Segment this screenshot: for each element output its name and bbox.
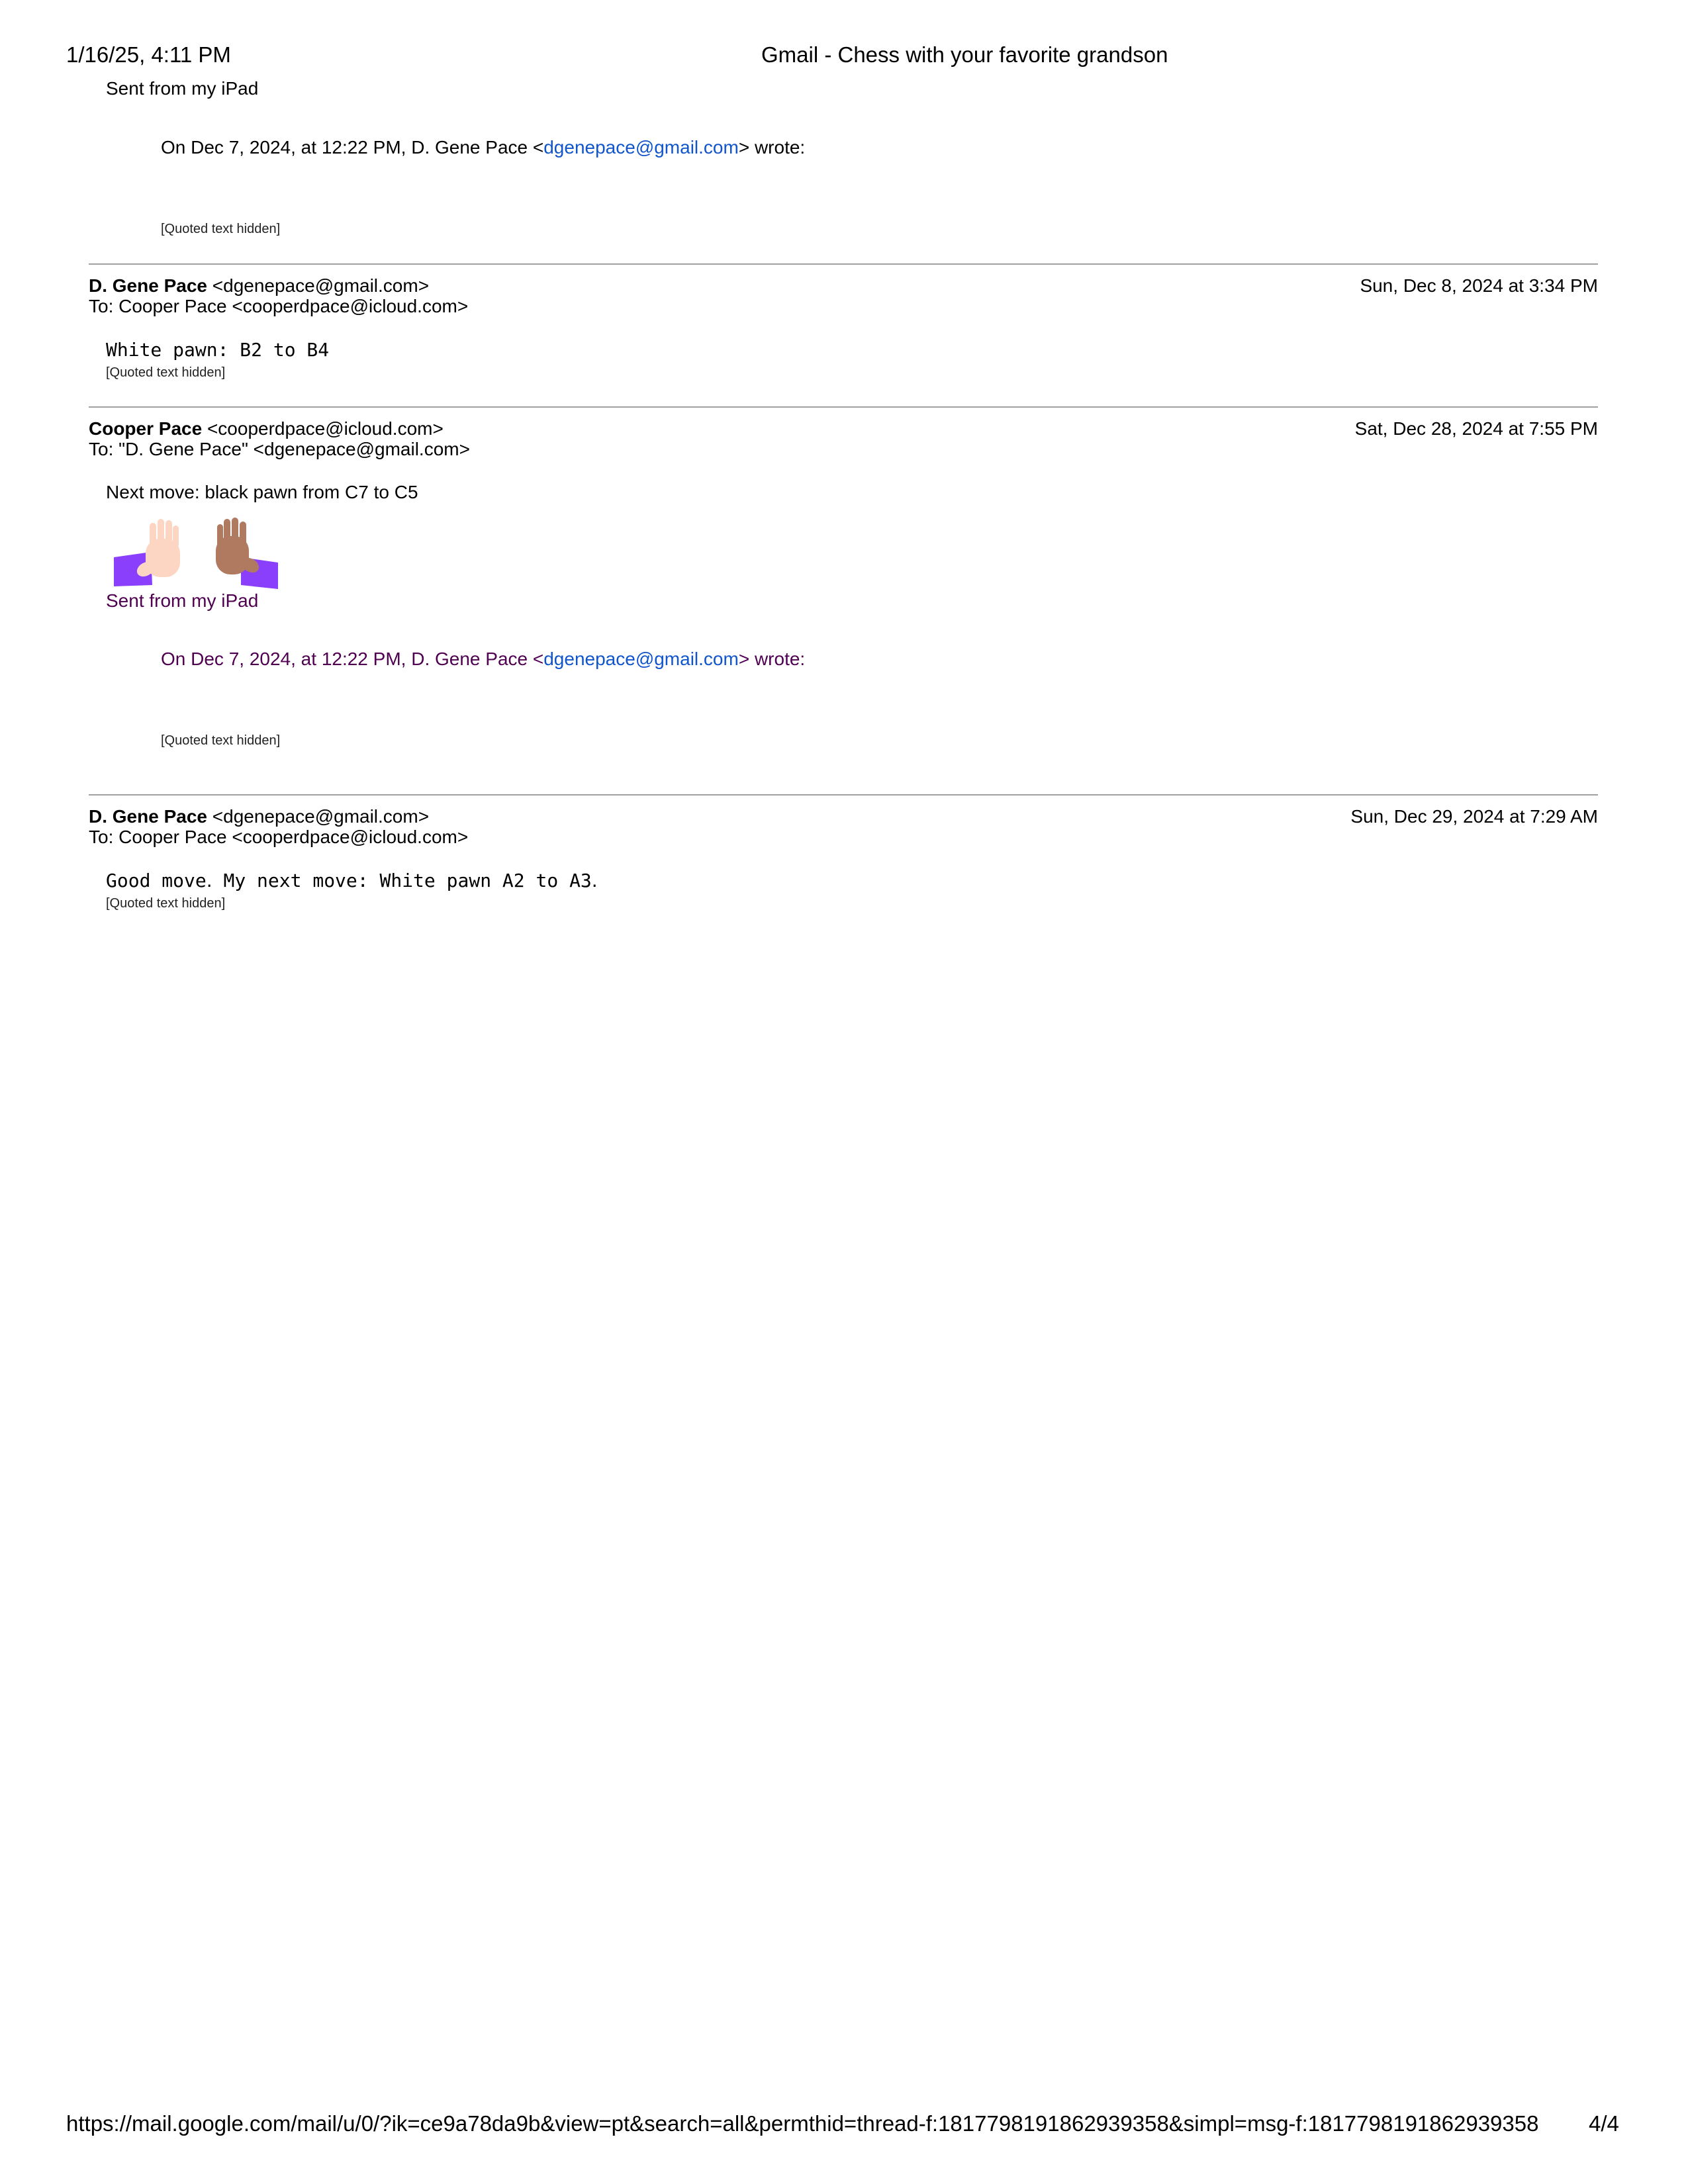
sender-name: Cooper Pace	[89, 418, 203, 439]
body-dot: .	[206, 870, 212, 891]
body-middle: My next move: White pawn A2 to A3	[212, 870, 592, 891]
quoted-text-hidden[interactable]: [Quoted text hidden]	[106, 365, 225, 381]
print-date: 1/16/25, 4:11 PM	[66, 42, 231, 67]
message-sender: Cooper Pace <cooperdpace@icloud.com>	[89, 418, 444, 439]
sender-name: D. Gene Pace	[89, 275, 207, 296]
left-hand	[136, 519, 180, 577]
message-date: Sun, Dec 29, 2024 at 7:29 AM	[1350, 806, 1598, 827]
quote-suffix: > wrote:	[738, 649, 806, 669]
page-title: Gmail - Chess with your favorite grandso…	[761, 42, 1168, 67]
sender-email: <dgenepace@gmail.com>	[212, 806, 430, 827]
message-date: Sun, Dec 8, 2024 at 3:34 PM	[1360, 275, 1598, 296]
message-divider	[89, 794, 1598, 796]
page-url: https://mail.google.com/mail/u/0/?ik=ce9…	[66, 2111, 1539, 2136]
quote-prefix: On Dec 7, 2024, at 12:22 PM, D. Gene Pac…	[161, 649, 544, 669]
quoted-text-hidden[interactable]: [Quoted text hidden]	[161, 222, 280, 237]
sender-email: <cooperdpace@icloud.com>	[207, 418, 444, 439]
message-divider	[89, 263, 1598, 265]
message-recipients: To: "D. Gene Pace" <dgenepace@gmail.com>	[89, 439, 470, 459]
high-five-emoji	[114, 518, 278, 589]
quote-attribution: On Dec 7, 2024, at 12:22 PM, D. Gene Pac…	[161, 649, 805, 670]
quote-attribution: On Dec 7, 2024, at 12:22 PM, D. Gene Pac…	[161, 137, 805, 158]
body-dot: .	[591, 870, 598, 891]
message-body: White pawn: B2 to B4	[106, 339, 330, 361]
sent-from-ipad: Sent from my iPad	[106, 78, 259, 99]
quote-email-link[interactable]: dgenepace@gmail.com	[543, 649, 739, 669]
message-body: Next move: black pawn from C7 to C5	[106, 482, 418, 502]
right-hand	[216, 518, 259, 574]
message-divider	[89, 406, 1598, 408]
quoted-text-hidden[interactable]: [Quoted text hidden]	[106, 896, 225, 911]
page-number: 4/4	[1589, 2111, 1619, 2136]
message-date: Sat, Dec 28, 2024 at 7:55 PM	[1354, 418, 1598, 439]
message-recipients: To: Cooper Pace <cooperdpace@icloud.com>	[89, 296, 469, 316]
quote-prefix: On Dec 7, 2024, at 12:22 PM, D. Gene Pac…	[161, 137, 544, 158]
message-sender: D. Gene Pace <dgenepace@gmail.com>	[89, 806, 429, 827]
sender-name: D. Gene Pace	[89, 806, 207, 827]
message-recipients: To: Cooper Pace <cooperdpace@icloud.com>	[89, 827, 469, 847]
message-sender: D. Gene Pace <dgenepace@gmail.com>	[89, 275, 429, 296]
body-start: Good move	[106, 870, 207, 891]
sender-email: <dgenepace@gmail.com>	[212, 275, 430, 296]
quoted-text-hidden[interactable]: [Quoted text hidden]	[161, 733, 280, 749]
quote-suffix: > wrote:	[738, 137, 806, 158]
sent-from-ipad: Sent from my iPad	[106, 590, 259, 611]
message-body: Good move. My next move: White pawn A2 t…	[106, 870, 598, 891]
quote-email-link[interactable]: dgenepace@gmail.com	[543, 137, 739, 158]
